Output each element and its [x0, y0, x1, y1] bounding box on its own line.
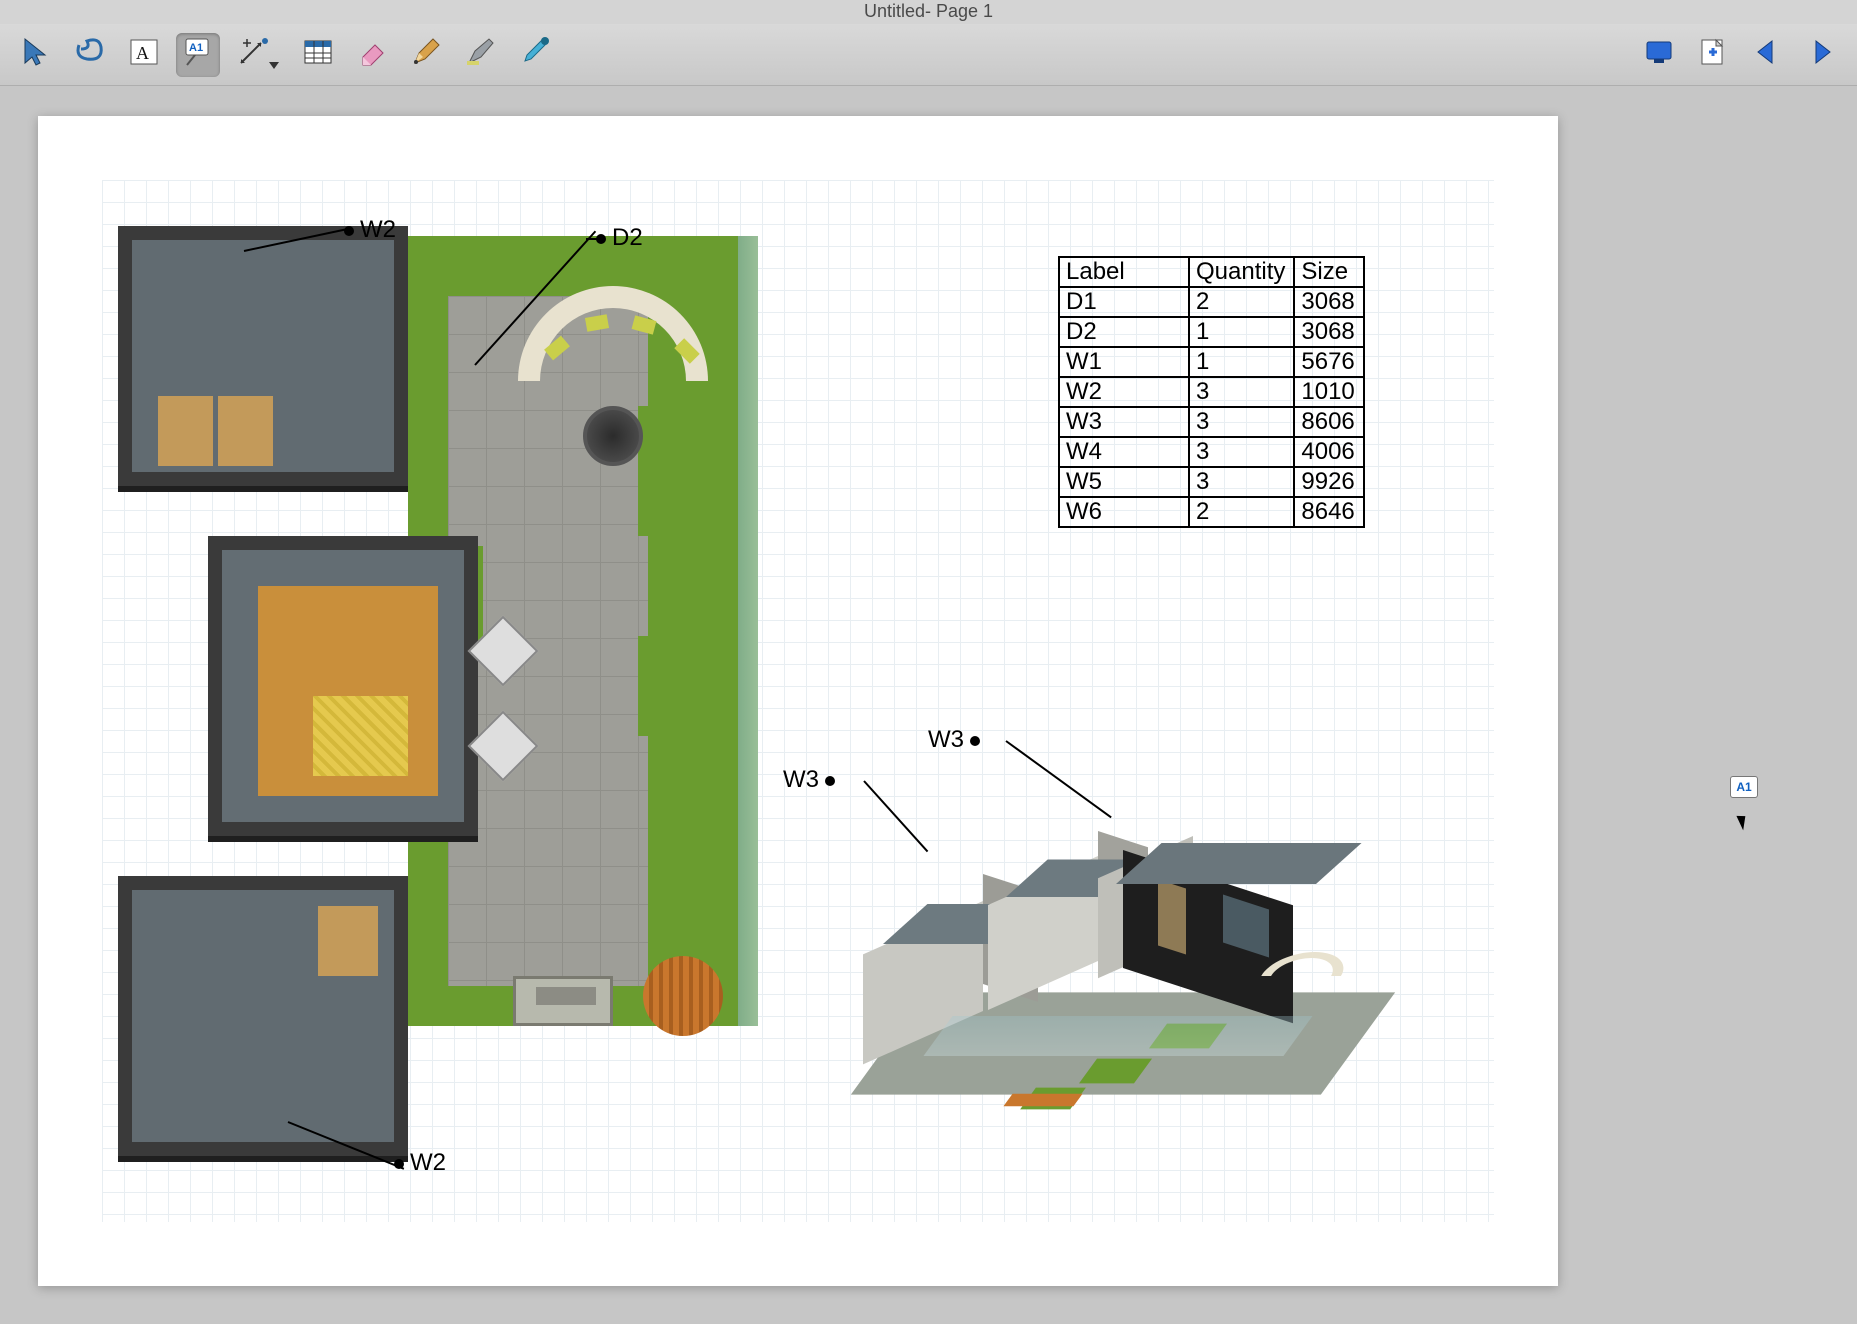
- table-row[interactable]: D123068: [1059, 287, 1364, 317]
- col-header-size: Size: [1294, 257, 1364, 287]
- callout-label: W2: [410, 1149, 446, 1176]
- table-header-row: Label Quantity Size: [1059, 257, 1364, 287]
- pencil-tool-button[interactable]: [404, 33, 448, 77]
- floorplan-viewport[interactable]: [78, 166, 768, 1126]
- cell-size: 1010: [1294, 377, 1364, 407]
- cell-size: 4006: [1294, 437, 1364, 467]
- dimension-tool-button[interactable]: [230, 33, 286, 77]
- prev-page-button[interactable]: [1745, 33, 1789, 77]
- cell-quantity: 1: [1189, 347, 1294, 377]
- label-tool-button[interactable]: A1: [176, 33, 220, 77]
- eraser-tool-button[interactable]: [350, 33, 394, 77]
- table-tool-button[interactable]: [296, 33, 340, 77]
- cell-size: 9926: [1294, 467, 1364, 497]
- present-icon: [1642, 35, 1676, 74]
- lasso-tool-button[interactable]: [68, 33, 112, 77]
- window-title: Untitled- Page 1: [864, 1, 993, 21]
- cell-size: 8606: [1294, 407, 1364, 437]
- cell-quantity: 2: [1189, 287, 1294, 317]
- pencil-tool-icon: [409, 35, 443, 74]
- select-tool-icon: [19, 35, 53, 74]
- main-toolbar: A A1: [0, 24, 1857, 86]
- table-tool-icon: [301, 35, 335, 74]
- cell-size: 5676: [1294, 347, 1364, 377]
- cell-label: W3: [1059, 407, 1189, 437]
- label-tool-cursor: A1: [1730, 776, 1758, 798]
- eyedropper-tool-icon: [517, 35, 551, 74]
- cell-label: D1: [1059, 287, 1189, 317]
- cell-label: D2: [1059, 317, 1189, 347]
- chevron-down-icon: [269, 62, 279, 69]
- cell-size: 3068: [1294, 287, 1364, 317]
- text-tool-icon: A: [127, 35, 161, 74]
- table-row[interactable]: D213068: [1059, 317, 1364, 347]
- table-row[interactable]: W338606: [1059, 407, 1364, 437]
- table-row[interactable]: W115676: [1059, 347, 1364, 377]
- table-row[interactable]: W628646: [1059, 497, 1364, 527]
- svg-text:A1: A1: [189, 42, 203, 54]
- cell-label: W2: [1059, 377, 1189, 407]
- present-button[interactable]: [1637, 33, 1681, 77]
- callout-label: W3: [783, 766, 819, 793]
- layout-page[interactable]: W2 D2 W2: [38, 116, 1558, 1286]
- workspace[interactable]: W2 D2 W2: [0, 86, 1857, 1324]
- next-page-button[interactable]: [1799, 33, 1843, 77]
- label-tool-icon: A1: [181, 35, 215, 74]
- cell-quantity: 3: [1189, 437, 1294, 467]
- table-row[interactable]: W539926: [1059, 467, 1364, 497]
- add-page-button[interactable]: [1691, 33, 1735, 77]
- lasso-tool-icon: [73, 35, 107, 74]
- prev-page-icon: [1750, 35, 1784, 74]
- eyedropper-tool-button[interactable]: [512, 33, 556, 77]
- cell-label: W1: [1059, 347, 1189, 377]
- callout-label: W2: [360, 216, 396, 243]
- svg-text:A: A: [136, 43, 149, 63]
- cell-size: 8646: [1294, 497, 1364, 527]
- isometric-viewport[interactable]: [818, 776, 1398, 1156]
- cursor-badge-text: A1: [1736, 780, 1751, 794]
- window-titlebar: Untitled- Page 1: [0, 0, 1857, 24]
- table-row[interactable]: W434006: [1059, 437, 1364, 467]
- callout-w2-bottom: W2: [388, 1149, 446, 1177]
- col-header-label: Label: [1059, 257, 1189, 287]
- cell-label: W4: [1059, 437, 1189, 467]
- highlighter-tool-icon: [463, 35, 497, 74]
- cell-size: 3068: [1294, 317, 1364, 347]
- cell-label: W6: [1059, 497, 1189, 527]
- dimension-tool-icon: [237, 35, 271, 74]
- select-tool-button[interactable]: [14, 33, 58, 77]
- callout-label: D2: [612, 224, 643, 251]
- cell-quantity: 2: [1189, 497, 1294, 527]
- cell-quantity: 3: [1189, 407, 1294, 437]
- cell-quantity: 3: [1189, 377, 1294, 407]
- cell-quantity: 3: [1189, 467, 1294, 497]
- callout-label: W3: [928, 726, 964, 753]
- cell-label: W5: [1059, 467, 1189, 497]
- leader-line: [586, 238, 604, 240]
- cell-quantity: 1: [1189, 317, 1294, 347]
- table-row[interactable]: W231010: [1059, 377, 1364, 407]
- add-page-icon: [1696, 35, 1730, 74]
- schedule-table[interactable]: Label Quantity Size D123068D213068W11567…: [1058, 256, 1365, 528]
- next-page-icon: [1804, 35, 1838, 74]
- callout-w3-right: W3: [928, 726, 986, 754]
- callout-w3-left: W3: [783, 766, 841, 794]
- col-header-quantity: Quantity: [1189, 257, 1294, 287]
- text-tool-button[interactable]: A: [122, 33, 166, 77]
- eraser-tool-icon: [355, 35, 389, 74]
- highlighter-tool-button[interactable]: [458, 33, 502, 77]
